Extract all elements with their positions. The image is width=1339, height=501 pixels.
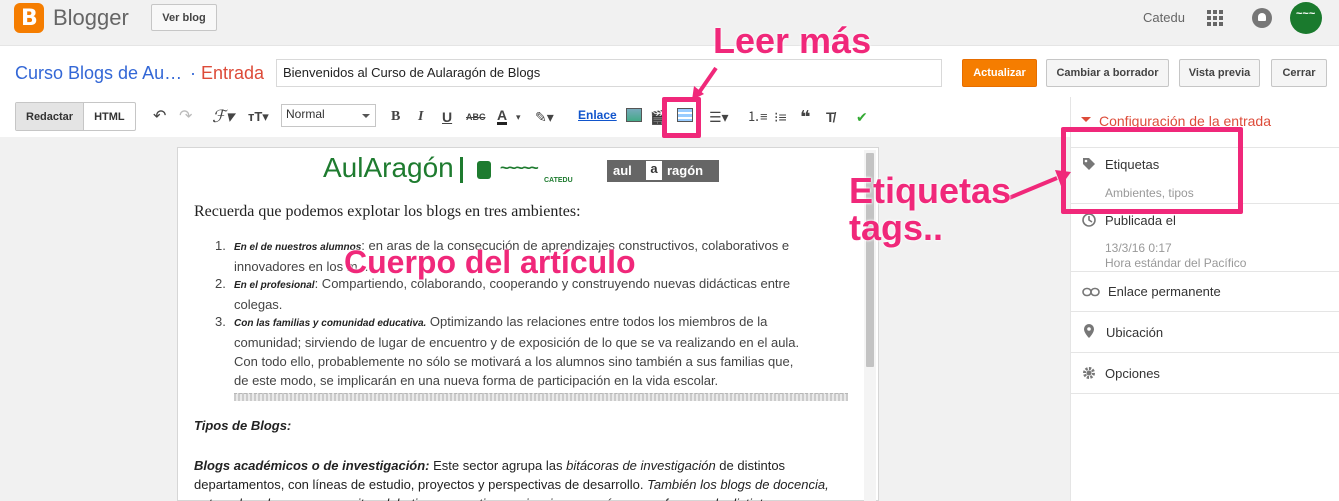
tab-html[interactable]: HTML xyxy=(84,103,135,130)
strikethrough-button[interactable]: ABC xyxy=(466,108,486,126)
bold-button[interactable]: B xyxy=(391,108,400,126)
breadcrumb-separator: · xyxy=(190,63,196,83)
annotation-read-more: Leer más xyxy=(713,20,872,61)
academic-blogs-paragraph: Blogs académicos o de investigación: Est… xyxy=(194,458,829,501)
text-color-dropdown-icon[interactable]: ▾ xyxy=(516,108,521,126)
notifications-bell-icon[interactable] xyxy=(1252,8,1272,28)
quote-icon[interactable]: ❝ xyxy=(800,108,811,126)
editor-mode-tabs: Redactar HTML xyxy=(15,102,136,131)
read-more-highlight xyxy=(662,97,701,138)
underline-button[interactable]: U xyxy=(442,108,452,126)
paragraph-format-select[interactable]: Normal xyxy=(281,104,376,127)
divider xyxy=(1071,271,1339,272)
annotation-labels: Etiquetas tags.. xyxy=(849,170,1012,248)
numbered-list-icon[interactable]: ⒈≡ xyxy=(747,108,768,126)
list-number: 1. xyxy=(215,238,226,253)
gear-icon xyxy=(1083,367,1095,379)
blog-title-link[interactable]: Curso Blogs de Au… xyxy=(15,63,182,84)
preview-button[interactable]: Vista previa xyxy=(1179,59,1260,87)
update-button[interactable]: Actualizar xyxy=(962,59,1037,87)
tab-compose[interactable]: Redactar xyxy=(16,103,85,130)
undo-icon[interactable]: ↶ xyxy=(153,108,166,126)
remove-formatting-icon[interactable]: T̸ xyxy=(826,108,835,126)
permalink-setting[interactable]: Enlace permanente xyxy=(1108,284,1221,299)
location-setting[interactable]: Ubicación xyxy=(1106,325,1163,340)
annotation-body: Cuerpo del artículo xyxy=(344,244,636,280)
published-timezone: Hora estándar del Pacífico xyxy=(1105,256,1247,270)
align-icon[interactable]: ☰▾ xyxy=(709,108,729,126)
list-number: 2. xyxy=(215,276,226,291)
read-more-break-marker[interactable] xyxy=(234,393,848,401)
spellcheck-icon[interactable]: ✔ xyxy=(856,108,868,126)
italic-button[interactable]: I xyxy=(418,108,423,126)
options-setting[interactable]: Opciones xyxy=(1105,366,1160,381)
list-item: Con las familias y comunidad educativa. … xyxy=(234,314,800,388)
revert-to-draft-button[interactable]: Cambiar a borrador xyxy=(1046,59,1169,87)
close-button[interactable]: Cerrar xyxy=(1271,59,1327,87)
font-size-icon[interactable]: ᴛT▾ xyxy=(248,108,269,126)
published-date: 13/3/16 0:17 xyxy=(1105,241,1172,255)
apps-grid-icon[interactable] xyxy=(1207,10,1224,27)
intro-paragraph: Recuerda que podemos explotar los blogs … xyxy=(194,203,581,220)
clock-icon xyxy=(1082,213,1096,227)
location-pin-icon xyxy=(1084,324,1094,338)
catedu-logo-text: CATEDU xyxy=(544,177,573,184)
catedu-wave-logo: ~~~~~ xyxy=(500,160,539,177)
user-name[interactable]: Catedu xyxy=(1143,10,1185,25)
aularagon-logo: AulAragón xyxy=(323,152,454,183)
avatar[interactable] xyxy=(1290,2,1322,34)
breadcrumb: · Entrada xyxy=(190,63,264,84)
section-heading: Tipos de Blogs: xyxy=(194,418,292,433)
graduate-icon xyxy=(460,157,500,183)
list-number: 3. xyxy=(215,314,226,329)
font-family-icon[interactable]: ℱ▾ xyxy=(212,108,234,126)
post-title-input[interactable]: Bienvenidos al Curso de Aularagón de Blo… xyxy=(276,59,942,87)
annotation-arrow-icon xyxy=(1008,170,1071,200)
divider xyxy=(1071,311,1339,312)
insert-image-icon[interactable] xyxy=(626,108,642,122)
labels-highlight xyxy=(1061,127,1243,214)
breadcrumb-section: Entrada xyxy=(201,63,265,83)
divider xyxy=(1071,352,1339,353)
annotation-arrow-icon xyxy=(692,66,718,100)
view-blog-button[interactable]: Ver blog xyxy=(151,4,217,31)
redo-icon[interactable]: ↷ xyxy=(179,108,192,126)
link-button[interactable]: Enlace xyxy=(578,108,617,122)
highlight-color-icon[interactable]: ✎▾ xyxy=(535,108,554,126)
text-color-button[interactable]: A xyxy=(497,108,508,125)
link-icon xyxy=(1082,287,1100,297)
bulleted-list-icon[interactable]: ⁝≡ xyxy=(774,108,787,126)
app-name[interactable]: Blogger xyxy=(53,5,129,31)
published-setting[interactable]: Publicada el xyxy=(1105,213,1176,228)
divider xyxy=(1071,393,1339,394)
blogger-logo-icon[interactable]: B xyxy=(14,3,44,33)
aularagon-banner-logo: aul a ragón xyxy=(607,160,719,182)
